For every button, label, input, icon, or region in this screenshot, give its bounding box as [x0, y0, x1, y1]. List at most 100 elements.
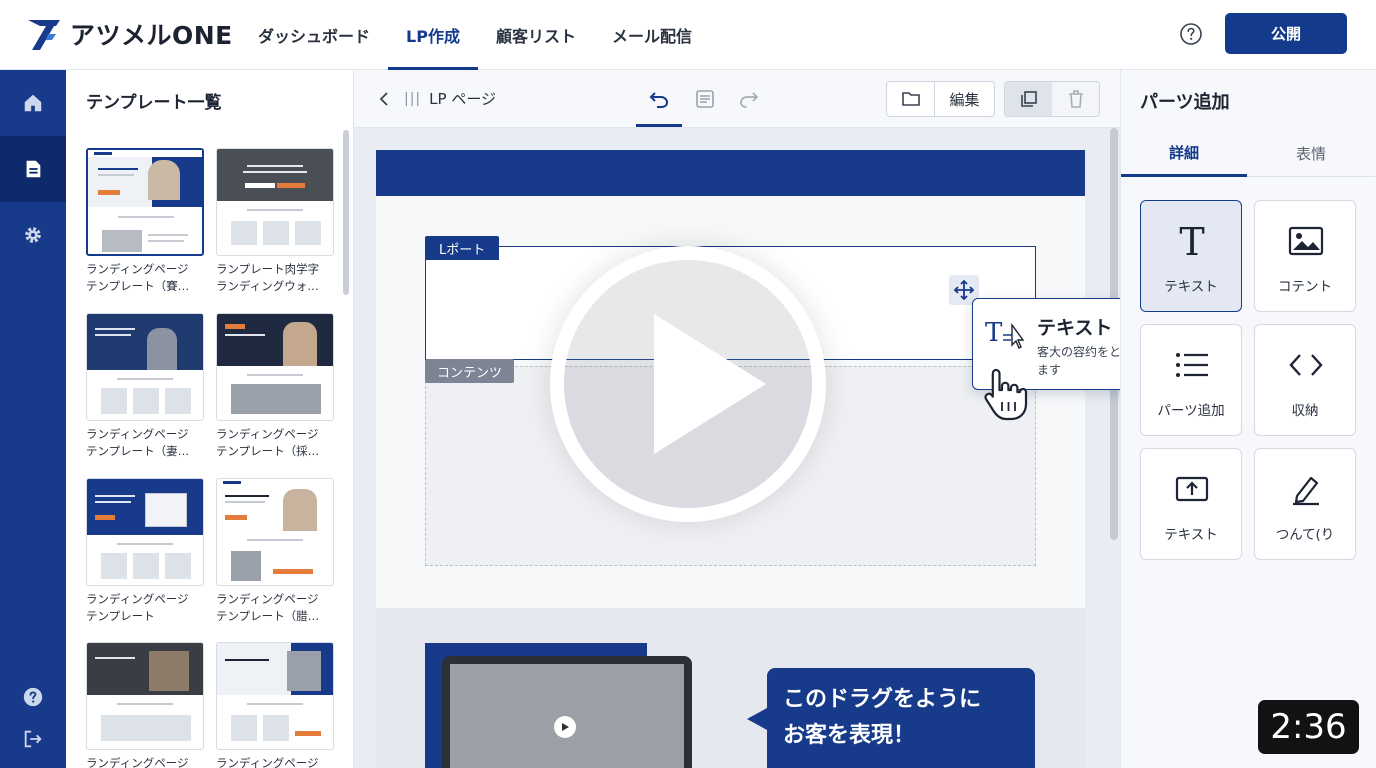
content-tag[interactable]: コンテンツ [425, 359, 515, 383]
copy-icon [1020, 91, 1037, 107]
video-play-button[interactable] [550, 246, 826, 522]
hand-cursor-icon [984, 368, 1028, 421]
template-caption-line2: テンプレート [86, 609, 155, 623]
template-caption-line2: テンプレート（賽… [86, 279, 190, 293]
template-card[interactable]: ランディングページ テンプレート（腊… [216, 478, 334, 625]
template-thumbnail [86, 478, 204, 586]
nav-lp-create[interactable]: LP作成 [388, 0, 478, 70]
logo-mark-icon [28, 20, 60, 50]
template-card[interactable]: ランディングページ テンプレート（妻… [86, 313, 204, 460]
delete-button[interactable] [1052, 82, 1099, 116]
video-duration-badge: 2:36 [1258, 700, 1359, 754]
preview-icon[interactable] [694, 88, 716, 110]
logo-text: アツメルONE [70, 21, 233, 50]
template-card[interactable]: ランディングページ テンプレート（採… [216, 313, 334, 460]
nav-customer-list[interactable]: 顧客リスト [478, 0, 594, 70]
template-caption-line1: ランディングページ [86, 592, 189, 606]
template-thumbnail [216, 313, 334, 421]
parts-panel-title: パーツ追加 [1140, 92, 1230, 113]
template-thumbnail [216, 642, 334, 750]
template-caption-line1: ランディングページ [216, 427, 319, 441]
part-storage[interactable]: 収納 [1254, 324, 1356, 436]
part-add-parts[interactable]: パーツ追加 [1140, 324, 1242, 436]
question-circle-icon[interactable] [1179, 22, 1203, 46]
template-caption-line1: ランディングページ [86, 756, 189, 768]
tab-details[interactable]: 詳細 [1121, 131, 1247, 177]
drag-grip-icon: ||| [404, 90, 422, 107]
template-panel: テンプレート一覧 ランディングページ テンプレート（賽… ランプレート肉学字 ラ… [66, 70, 354, 768]
folder-button[interactable] [887, 82, 935, 116]
template-caption-line1: ランディングページ [216, 756, 319, 768]
template-thumbnail [216, 148, 334, 256]
lp-page-header[interactable] [376, 150, 1085, 196]
template-thumbnail [86, 642, 204, 750]
gear-icon [25, 227, 41, 243]
document-icon [26, 160, 41, 178]
play-icon [654, 314, 766, 454]
edit-button[interactable]: 編集 [935, 82, 994, 116]
rail-home[interactable] [0, 70, 66, 136]
template-thumbnail [86, 148, 204, 256]
duplicate-delete-group [1004, 81, 1100, 117]
nav-dashboard[interactable]: ダッシュボード [240, 0, 388, 70]
folder-icon [901, 92, 920, 106]
template-caption-line1: ランプレート肉学字 [216, 262, 320, 276]
undo-active-indicator [636, 124, 682, 127]
trash-icon [1068, 90, 1083, 108]
part-label: 収納 [1291, 403, 1319, 419]
tooltip-title: テキスト [1037, 317, 1113, 339]
logo[interactable]: アツメルONE [26, 16, 233, 52]
breadcrumb-page[interactable]: LP ページ [429, 88, 496, 109]
template-panel-title: テンプレート一覧 [86, 93, 222, 113]
template-thumbnail [216, 478, 334, 586]
chevron-left-icon[interactable] [378, 91, 390, 107]
part-text-upload[interactable]: テキスト [1140, 448, 1242, 560]
template-caption-line1: ランディングページ [216, 592, 319, 606]
rail-settings[interactable] [0, 202, 66, 268]
template-caption-line2: テンプレート（採… [216, 444, 320, 458]
template-card[interactable]: ランプレート肉学字 ランディングウォ… [216, 148, 334, 295]
template-scroll-thumb[interactable] [343, 130, 349, 295]
publish-button[interactable]: 公開 [1225, 13, 1347, 54]
small-play-icon[interactable] [554, 716, 576, 738]
logout-icon [24, 730, 42, 748]
template-card[interactable]: ランディングページ テンプレート（賽… [86, 148, 204, 295]
part-label: テキスト [1164, 279, 1218, 295]
template-thumbnail [86, 313, 204, 421]
template-caption-line2: テンプレート（腊… [216, 609, 320, 623]
template-card[interactable]: ランディングページ [86, 642, 204, 768]
part-label: パーツ追加 [1157, 403, 1225, 419]
template-card[interactable]: ランディングページ テンプレート [86, 478, 204, 625]
main-nav: ダッシュボード LP作成 顧客リスト メール配信 [240, 0, 710, 70]
image-icon [1286, 221, 1326, 261]
section-tag[interactable]: Lポート [425, 236, 500, 260]
template-caption-line1: ランディングページ [86, 427, 189, 441]
duplicate-button[interactable] [1005, 82, 1052, 116]
list-icon [1172, 345, 1212, 385]
svg-text:T: T [985, 318, 1003, 348]
speech-bubble: このドラグをように お客を表現！ [747, 668, 1035, 768]
rail-templates[interactable] [0, 136, 66, 202]
part-label: つんて(り [1275, 527, 1335, 543]
top-bar: アツメルONE ダッシュボード LP作成 顧客リスト メール配信 公開 [0, 0, 1376, 70]
home-icon [24, 94, 42, 112]
rail-logout[interactable] [0, 706, 66, 768]
part-label: テキスト [1164, 527, 1218, 543]
code-icon [1286, 345, 1326, 385]
template-scrollbar[interactable] [343, 130, 349, 765]
pencil-icon [1286, 469, 1326, 509]
part-pencil[interactable]: つんて(り [1254, 448, 1356, 560]
part-content[interactable]: コテント [1254, 200, 1356, 312]
template-card[interactable]: ランディングページ [216, 642, 334, 768]
svg-text:T: T [1179, 221, 1204, 261]
tab-expression[interactable]: 表情 [1247, 131, 1375, 177]
redo-icon[interactable] [738, 88, 760, 110]
move-arrows-icon [953, 279, 975, 301]
template-caption-line2: テンプレート（妻… [86, 444, 190, 458]
speech-line2: お客を表現！ [783, 723, 916, 748]
template-caption-line1: ランディングページ [86, 262, 189, 276]
nav-mail-delivery[interactable]: メール配信 [594, 0, 710, 70]
undo-icon[interactable] [648, 88, 670, 110]
icon-rail [0, 70, 66, 768]
part-text[interactable]: T テキスト [1140, 200, 1242, 312]
